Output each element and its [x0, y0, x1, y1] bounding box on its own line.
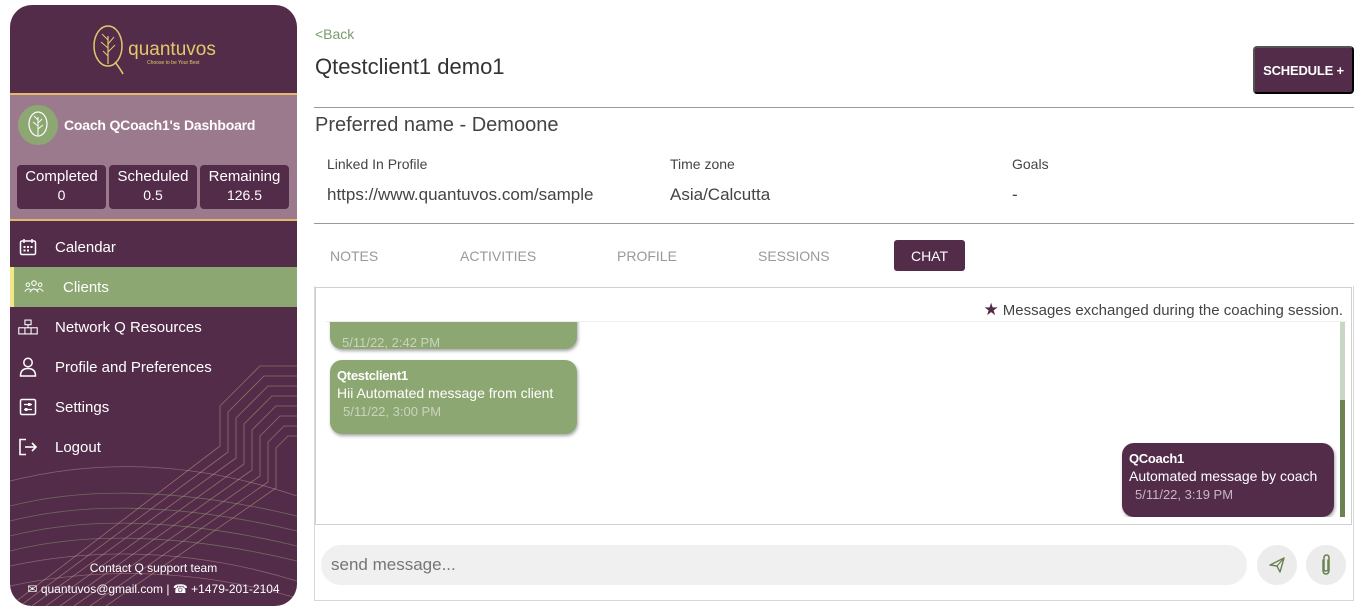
contact-separator: |: [166, 582, 170, 596]
message-time: 5/11/22, 3:19 PM: [1135, 487, 1234, 502]
network-icon: [18, 317, 38, 337]
stat-value: 0.5: [143, 187, 163, 203]
schedule-button[interactable]: SCHEDULE +: [1253, 46, 1354, 94]
sidebar-item-calendar[interactable]: Calendar: [10, 227, 297, 267]
dashboard-panel: Coach QCoach1's Dashboard Completed 0 Sc…: [10, 95, 297, 219]
chat-note-text: Messages exchanged during the coaching s…: [1002, 301, 1343, 319]
sidebar-item-settings[interactable]: Settings: [10, 387, 297, 427]
contact-phone[interactable]: +1479-201-2104: [191, 582, 279, 596]
sidebar-item-label: Calendar: [55, 238, 116, 256]
linkedin-label: Linked In Profile: [327, 156, 428, 172]
tab-sessions[interactable]: SESSIONS: [758, 240, 830, 271]
person-icon: [18, 357, 38, 377]
divider: [314, 107, 1354, 108]
message-time: 5/11/22, 3:00 PM: [343, 404, 442, 419]
linkedin-value[interactable]: https://www.quantuvos.com/sample: [327, 185, 593, 205]
tab-chat[interactable]: CHAT: [894, 240, 965, 271]
avatar: [18, 105, 58, 145]
message-time: 5/11/22, 2:42 PM: [342, 335, 441, 350]
goals-value: -: [1012, 185, 1018, 204]
sidebar-item-label: Network Q Resources: [55, 318, 202, 336]
send-icon: [1269, 557, 1285, 573]
logo-tagline: Choose to be Your Best: [147, 60, 200, 66]
contact-info: ✉ quantuvos@gmail.com | ☎ +1479-201-2104: [10, 582, 297, 596]
chat-message-list[interactable]: 5/11/22, 2:42 PM Qtestclient1 Hii Automa…: [326, 321, 1346, 517]
phone-icon: ☎: [172, 582, 188, 596]
message-sender: Qtestclient1: [337, 368, 408, 383]
stat-value: 126.5: [226, 187, 263, 203]
tab-notes[interactable]: NOTES: [330, 240, 378, 271]
goals-label: Goals: [1012, 156, 1049, 172]
tab-activities[interactable]: ACTIVITIES: [460, 240, 536, 271]
sidebar: quantuvos Choose to be Your Best Coach Q…: [10, 5, 297, 606]
logo: quantuvos: [10, 5, 297, 95]
contact-title: Contact Q support team: [89, 561, 218, 575]
tree-avatar-icon: [28, 111, 48, 137]
sidebar-item-clients[interactable]: Clients: [10, 267, 297, 307]
chat-message: Qtestclient1 Hii Automated message from …: [330, 360, 577, 434]
stat-completed: Completed 0: [17, 165, 106, 209]
message-text: Hii Automated message from client: [337, 385, 554, 401]
star-icon: ★: [983, 300, 999, 319]
message-input[interactable]: [321, 545, 1247, 585]
stat-value: 0: [57, 187, 66, 203]
sidebar-item-label: Profile and Preferences: [55, 358, 212, 376]
stat-remaining: Remaining 126.5: [200, 165, 289, 209]
sidebar-item-logout[interactable]: Logout: [10, 427, 297, 467]
users-icon: [24, 277, 44, 297]
divider: [314, 223, 1354, 224]
dashboard-title: Coach QCoach1's Dashboard: [64, 117, 256, 133]
calendar-icon: [18, 237, 38, 257]
sidebar-item-profile-preferences[interactable]: Profile and Preferences: [10, 347, 297, 387]
send-button[interactable]: [1257, 545, 1297, 585]
logout-icon: [18, 437, 38, 457]
timezone-value: Asia/Calcutta: [670, 185, 771, 204]
attach-button[interactable]: [1306, 545, 1346, 585]
message-text: Automated message by coach: [1129, 468, 1318, 484]
stat-label: Remaining: [208, 168, 281, 185]
sidebar-item-network-resources[interactable]: Network Q Resources: [10, 307, 297, 347]
sidebar-item-label: Clients: [63, 278, 109, 296]
contact-email[interactable]: quantuvos@gmail.com: [41, 582, 163, 596]
tree-logo-icon: [93, 25, 124, 75]
sidebar-item-label: Settings: [55, 398, 110, 416]
page-title: Qtestclient1 demo1: [315, 54, 505, 79]
divider: [10, 219, 297, 221]
sidebar-item-label: Logout: [55, 438, 101, 456]
timezone-label: Time zone: [670, 156, 735, 172]
message-sender: QCoach1: [1129, 451, 1184, 466]
scrollbar-thumb[interactable]: [1340, 400, 1345, 517]
mail-icon: ✉: [27, 582, 38, 596]
stat-scheduled: Scheduled 0.5: [109, 165, 197, 209]
chat-box: ★ Messages exchanged during the coaching…: [315, 287, 1352, 525]
sidebar-nav: Calendar Clients Network Q Resources Pro…: [10, 227, 297, 467]
chat-message: 5/11/22, 2:42 PM: [330, 322, 577, 350]
tab-profile[interactable]: PROFILE: [617, 240, 677, 271]
chat-message: QCoach1 Automated message by coach 5/11/…: [1122, 443, 1334, 517]
stat-label: Completed: [25, 168, 98, 185]
chat-note: ★ Messages exchanged during the coaching…: [984, 300, 1343, 320]
settings-icon: [18, 397, 38, 417]
tab-bar: NOTES ACTIVITIES PROFILE SESSIONS CHAT: [314, 240, 974, 271]
stat-label: Scheduled: [117, 168, 189, 185]
paperclip-icon: [1322, 554, 1330, 575]
preferred-name: Preferred name - Demoone: [315, 114, 559, 136]
back-link[interactable]: <Back: [315, 26, 354, 42]
logo-text: quantuvos: [128, 39, 216, 60]
stats-row: Completed 0 Scheduled 0.5 Remaining 126.…: [17, 165, 289, 209]
